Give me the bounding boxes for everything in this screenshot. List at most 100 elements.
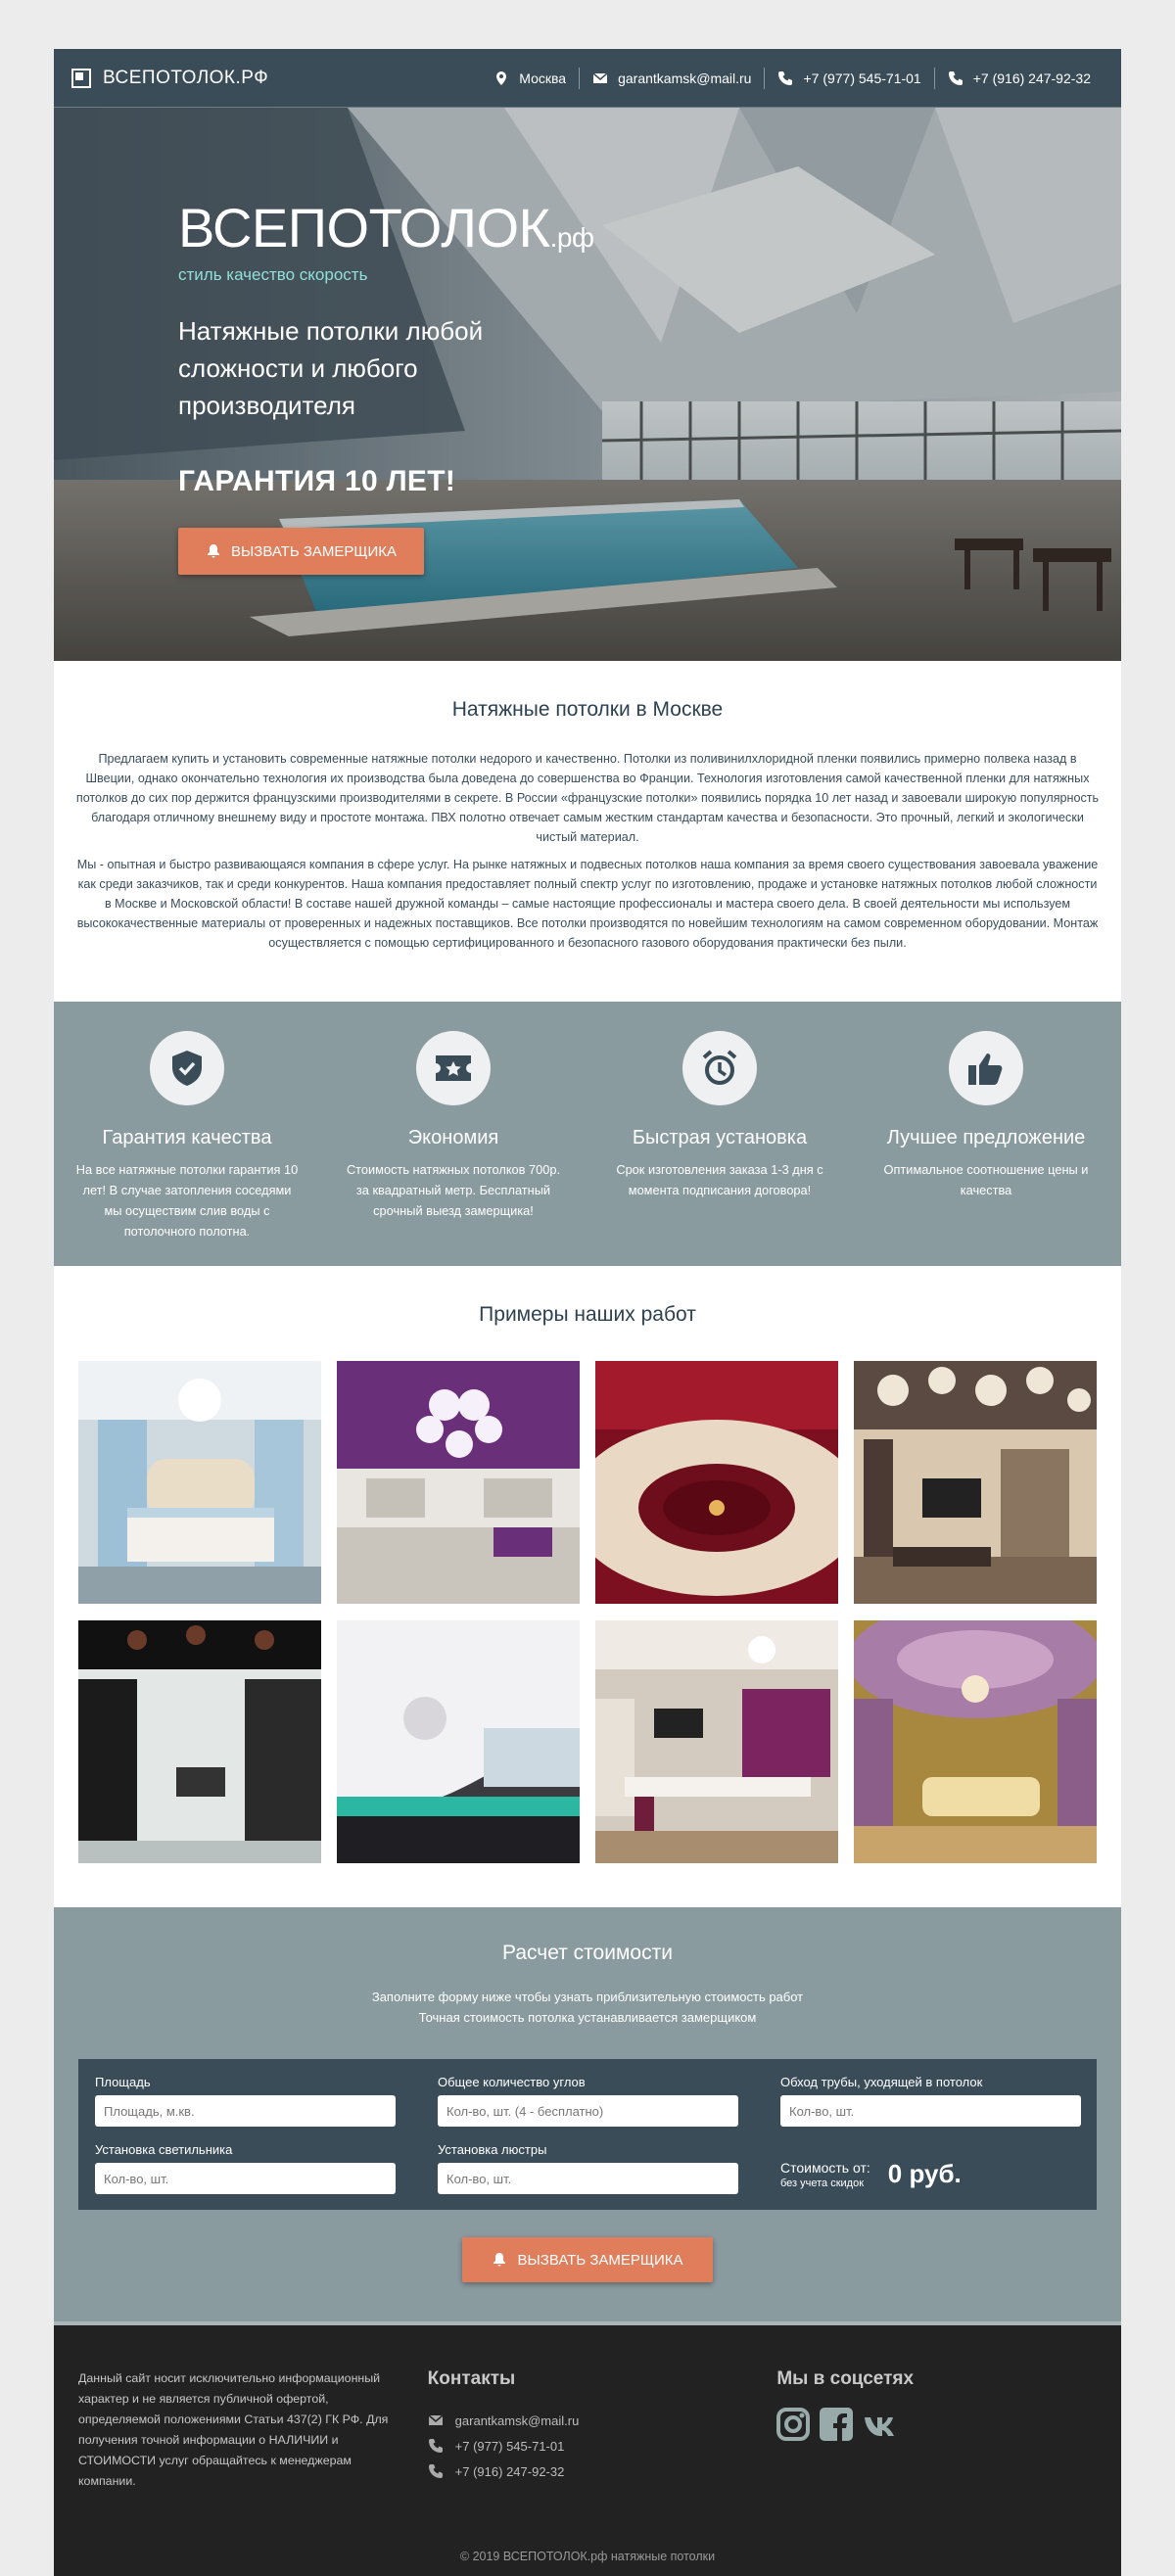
calc-call-measurer-label: ВЫЗВАТЬ ЗАМЕРЩИКА: [517, 2251, 683, 2269]
footer-phone-link-2[interactable]: +7 (916) 247-92-32: [455, 2464, 565, 2479]
gallery-photo-kitchen[interactable]: [595, 1620, 838, 1863]
envelope-icon: [592, 71, 608, 83]
about-paragraph-1: Предлагаем купить и установить современн…: [75, 752, 1100, 844]
map-pin-icon: [496, 70, 507, 85]
gallery-photo-bedroom[interactable]: [78, 1361, 321, 1604]
gallery-photo-black-wall[interactable]: [78, 1620, 321, 1863]
bell-icon: [208, 544, 219, 558]
footer-phone-1[interactable]: +7 (977) 545-71-01: [428, 2433, 748, 2459]
footer-disclaimer: Данный сайт носит исключительно информац…: [78, 2371, 389, 2488]
gallery-photo-lounge[interactable]: [854, 1620, 1097, 1863]
header-email[interactable]: garantkamsk@mail.ru: [579, 67, 764, 89]
phone-icon: [428, 2439, 443, 2453]
header-contacts: Москва garantkamsk@mail.ru +7 (977) 545-…: [481, 67, 1104, 89]
lamp-field: Установка светильника: [95, 2142, 396, 2194]
lamp-label: Установка светильника: [95, 2142, 233, 2157]
works-gallery: [78, 1361, 1097, 1863]
shield-check-icon: [150, 1031, 224, 1105]
area-input[interactable]: [95, 2095, 396, 2127]
chandelier-label: Установка люстры: [438, 2142, 547, 2157]
feature-text: Стоимость натяжных потолков 700р. за ква…: [346, 1162, 561, 1218]
page: ВСЕПОТОЛОК.РФ Москва garantkamsk@mail.ru…: [54, 49, 1121, 2576]
hero-brand: ВСЕПОТОЛОК.рф: [178, 197, 594, 258]
chandelier-field: Установка люстры: [438, 2142, 738, 2194]
hero-subtitle: Натяжные потолки любой сложности и любог…: [178, 316, 484, 420]
chandelier-input[interactable]: [438, 2163, 738, 2194]
price-result: Стоимость от: без учета скидок 0 руб.: [780, 2142, 1081, 2194]
price-note: без учета скидок: [780, 2177, 865, 2189]
features-section: Гарантия качества На все натяжные потолк…: [54, 1002, 1121, 1266]
corners-field: Общее количество углов: [438, 2075, 738, 2127]
calc-call-measurer-button[interactable]: ВЫЗВАТЬ ЗАМЕРЩИКА: [462, 2237, 713, 2282]
footer-email[interactable]: garantkamsk@mail.ru: [428, 2408, 748, 2433]
footer-social-title: Мы в соцсетях: [776, 2368, 915, 2389]
header-phone-2[interactable]: +7 (916) 247-92-32: [933, 67, 1104, 89]
pipe-label: Обход трубы, уходящей в потолок: [780, 2075, 983, 2089]
header-phone-1[interactable]: +7 (977) 545-71-01: [764, 67, 933, 89]
call-measurer-label: ВЫЗВАТЬ ЗАМЕРЩИКА: [231, 542, 398, 560]
calc-hint-line-1: Заполните форму ниже чтобы узнать прибли…: [371, 1990, 804, 2004]
top-bar: ВСЕПОТОЛОК.РФ Москва garantkamsk@mail.ru…: [54, 49, 1121, 108]
vk-icon[interactable]: [863, 2408, 898, 2441]
feature-title: Лучшее предложение: [886, 1127, 1086, 1148]
phone-link-1[interactable]: +7 (977) 545-71-01: [803, 70, 920, 86]
corners-label: Общее количество углов: [438, 2075, 586, 2089]
about-paragraph-2: Мы - опытная и быстро развивающаяся комп…: [76, 858, 1099, 950]
footer-contacts-title: Контакты: [427, 2368, 516, 2389]
phone-link-2[interactable]: +7 (916) 247-92-32: [973, 70, 1091, 86]
bell-icon: [494, 2253, 506, 2267]
price-calculator: Расчет стоимости Заполните форму ниже чт…: [54, 1907, 1121, 2321]
phone-icon: [778, 70, 793, 85]
alarm-clock-icon: [682, 1031, 757, 1105]
feature-text: Срок изготовления заказа 1-3 дня с момен…: [616, 1162, 823, 1197]
feature-fast-install: Быстрая установка Срок изготовления зака…: [587, 1031, 853, 1266]
hero-banner: ВСЕПОТОЛОК.рф стиль качество скорость На…: [54, 108, 1121, 661]
footer-phone-link-1[interactable]: +7 (977) 545-71-01: [455, 2439, 565, 2454]
feature-title: Экономия: [407, 1127, 499, 1148]
logo-text: ВСЕПОТОЛОК.РФ: [103, 67, 269, 88]
gallery-photo-living-room[interactable]: [854, 1361, 1097, 1604]
pipe-input[interactable]: [780, 2095, 1081, 2127]
price-label-block: Стоимость от: без учета скидок: [780, 2160, 870, 2189]
gallery-photo-purple-office[interactable]: [337, 1361, 580, 1604]
feature-text: На все натяжные потолки гарантия 10 лет!…: [75, 1162, 299, 1239]
price-label: Стоимость от:: [780, 2159, 870, 2176]
call-measurer-button[interactable]: ВЫЗВАТЬ ЗАМЕРЩИКА: [178, 528, 425, 575]
instagram-icon[interactable]: [776, 2408, 811, 2441]
gallery-photo-red-ceiling[interactable]: [595, 1361, 838, 1604]
footer-email-link[interactable]: garantkamsk@mail.ru: [455, 2413, 580, 2428]
email-link[interactable]: garantkamsk@mail.ru: [618, 70, 751, 86]
corners-input[interactable]: [438, 2095, 738, 2127]
calc-title: Расчет стоимости: [502, 1942, 673, 1964]
social-links: [776, 2408, 1097, 2441]
footer-phone-2[interactable]: +7 (916) 247-92-32: [428, 2459, 748, 2484]
gallery-photo-white-ceiling[interactable]: [337, 1620, 580, 1863]
about-title: Натяжные потолки в Москве: [451, 698, 724, 721]
hero-guarantee: ГАРАНТИЯ 10 ЛЕТ!: [178, 465, 456, 497]
feature-best-offer: Лучшее предложение Оптимальное соотношен…: [853, 1031, 1119, 1266]
works-section: Примеры наших работ: [54, 1266, 1121, 1907]
hero-text: ВСЕПОТОЛОК.рф стиль качество скорость На…: [178, 201, 594, 575]
facebook-icon[interactable]: [820, 2408, 854, 2441]
calc-hint: Заполните форму ниже чтобы узнать прибли…: [78, 1987, 1097, 2028]
footer-copyright: © 2019 ВСЕПОТОЛОК.рф натяжные потолки: [459, 2550, 716, 2563]
about-section: Натяжные потолки в Москве Предлагаем куп…: [54, 661, 1121, 1002]
feature-economy: Экономия Стоимость натяжных потолков 700…: [320, 1031, 587, 1266]
city-text: Москва: [519, 70, 567, 86]
envelope-icon: [428, 2414, 444, 2425]
logo[interactable]: ВСЕПОТОЛОК.РФ: [71, 68, 268, 89]
phone-icon: [428, 2464, 443, 2478]
pipe-field: Обход трубы, уходящей в потолок: [780, 2075, 1081, 2127]
header-city: Москва: [481, 68, 579, 89]
thumbs-up-icon: [949, 1031, 1023, 1105]
phone-icon: [948, 70, 963, 85]
hero-slogan: стиль качество скорость: [178, 265, 368, 284]
feature-text: Оптимальное соотношение цены и качества: [883, 1162, 1089, 1197]
feature-quality: Гарантия качества На все натяжные потолк…: [54, 1031, 320, 1266]
lamp-input[interactable]: [95, 2163, 396, 2194]
feature-title: Гарантия качества: [102, 1127, 272, 1148]
price-value: 0 руб.: [887, 2159, 962, 2188]
ticket-star-icon: [416, 1031, 491, 1105]
calc-hint-line-2: Точная стоимость потолка устанавливается…: [418, 2010, 757, 2025]
footer-contacts: Контакты garantkamsk@mail.ru +7 (977) 54…: [428, 2368, 748, 2492]
